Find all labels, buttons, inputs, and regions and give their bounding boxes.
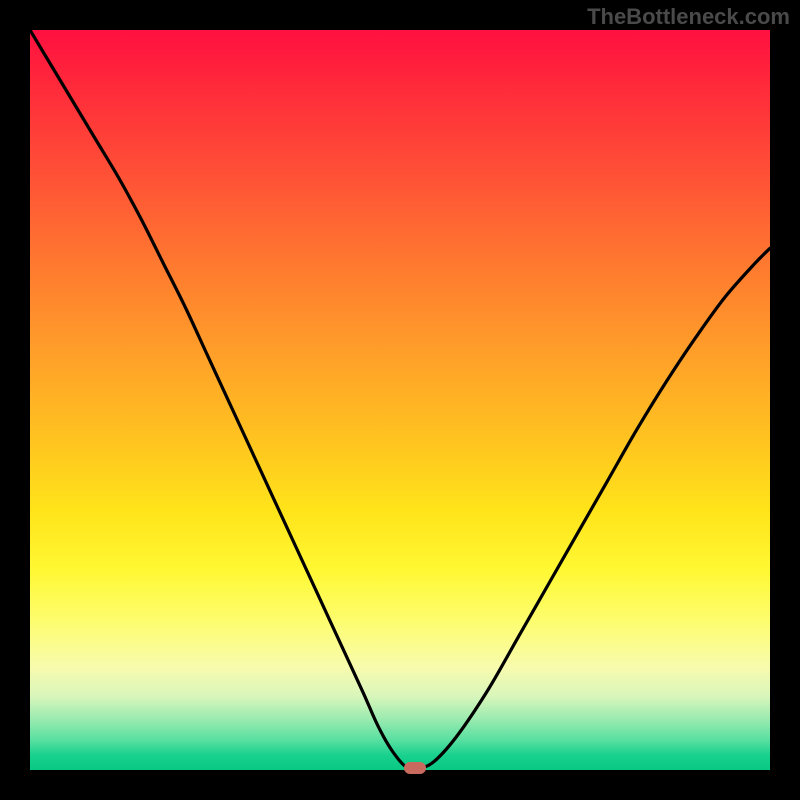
curve-svg xyxy=(30,30,770,770)
bottleneck-curve-path xyxy=(30,30,770,769)
plot-area xyxy=(30,30,770,770)
chart-frame: TheBottleneck.com xyxy=(0,0,800,800)
bottleneck-marker xyxy=(404,762,426,774)
watermark-text: TheBottleneck.com xyxy=(587,4,790,30)
